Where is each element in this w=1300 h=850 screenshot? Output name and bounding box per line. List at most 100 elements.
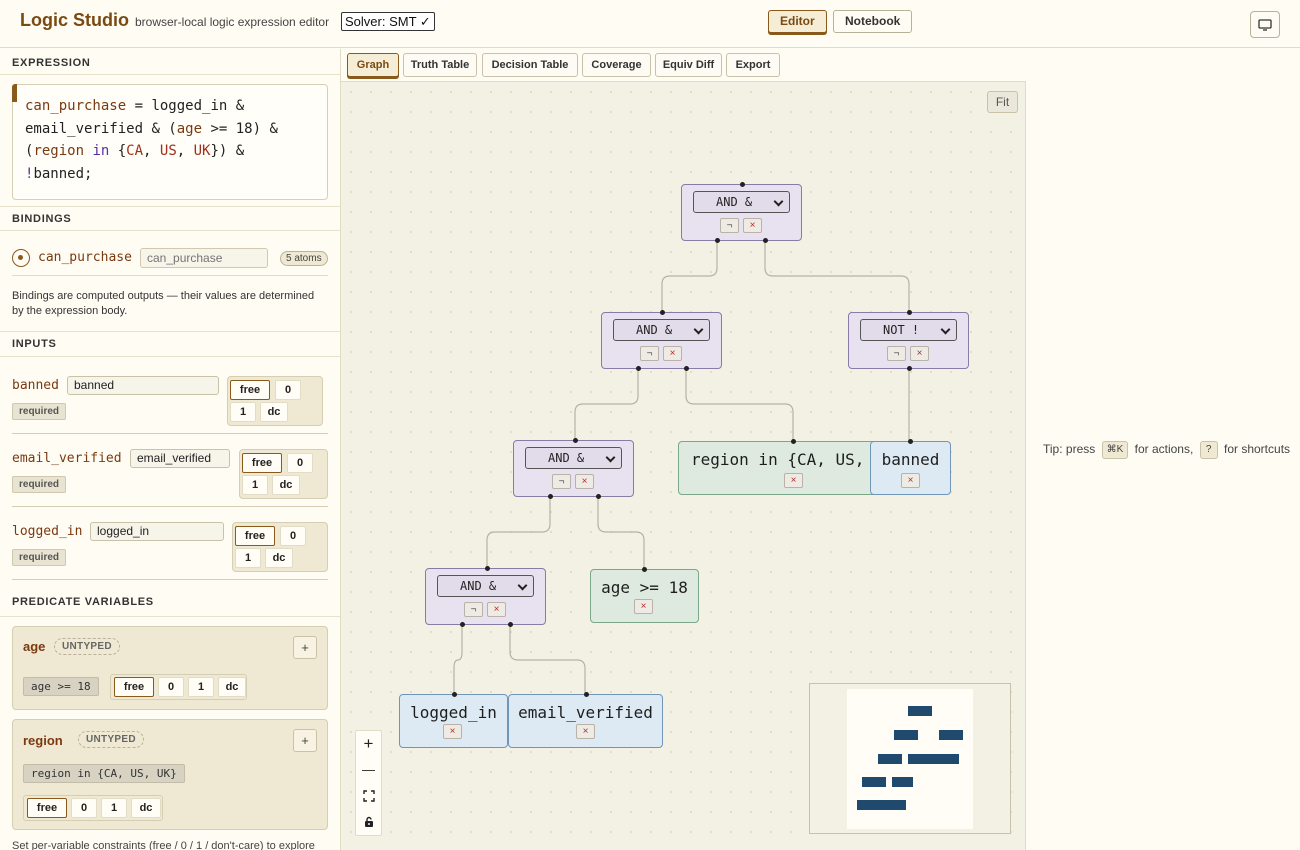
output-port-right[interactable] <box>508 622 513 627</box>
delete-node-button[interactable]: × <box>443 724 462 739</box>
node-not[interactable]: NOT ! ¬ × <box>848 310 969 371</box>
add-predicate-button[interactable]: + <box>293 636 317 659</box>
negate-button[interactable]: ¬ <box>720 218 739 233</box>
constraint-dc[interactable]: dc <box>260 402 288 422</box>
input-port[interactable] <box>791 439 796 444</box>
delete-node-button[interactable]: × <box>910 346 929 361</box>
constraint-one[interactable]: 1 <box>188 677 214 697</box>
operator-select[interactable]: AND & <box>613 319 710 341</box>
minimap-viewport[interactable] <box>847 689 973 829</box>
fit-view-button[interactable] <box>356 783 381 809</box>
delete-node-button[interactable]: × <box>634 599 653 614</box>
negate-button[interactable]: ¬ <box>552 474 571 489</box>
input-port[interactable] <box>908 439 913 444</box>
constraint-dc[interactable]: dc <box>218 677 246 697</box>
output-port-right[interactable] <box>684 366 689 371</box>
constraint-free[interactable]: free <box>27 798 67 818</box>
constraint-one[interactable]: 1 <box>230 402 256 422</box>
tab-equiv-diff[interactable]: Equiv Diff <box>655 53 722 77</box>
output-port-left[interactable] <box>460 622 465 627</box>
constraint-zero[interactable]: 0 <box>158 677 184 697</box>
node-and-4[interactable]: AND & ¬ × <box>425 566 546 627</box>
graph-canvas[interactable]: Fit AND & ¬ × AND & ¬ × NOT ! ¬ × AND & … <box>341 82 1026 850</box>
input-port[interactable] <box>485 566 490 571</box>
output-port-left[interactable] <box>548 494 553 499</box>
type-badge: UNTYPED <box>54 638 120 655</box>
constraint-free[interactable]: free <box>235 526 275 546</box>
lock-button[interactable] <box>356 809 381 835</box>
input-alias-field[interactable]: email_verified <box>130 449 230 468</box>
delete-node-button[interactable]: × <box>487 602 506 617</box>
node-predicate-age[interactable]: age >= 18 × <box>590 567 699 623</box>
output-port[interactable] <box>907 366 912 371</box>
operator-select[interactable]: AND & <box>437 575 534 597</box>
input-port[interactable] <box>740 182 745 187</box>
node-var-banned[interactable]: banned × <box>870 439 951 495</box>
delete-node-button[interactable]: × <box>743 218 762 233</box>
divider <box>0 331 340 332</box>
minimap[interactable] <box>809 683 1011 834</box>
tab-truth-table[interactable]: Truth Table <box>403 53 477 77</box>
tab-export[interactable]: Export <box>726 53 780 77</box>
shortcut-tip: Tip: press ⌘K for actions, ? for shortcu… <box>1043 441 1290 459</box>
zoom-in-button[interactable]: + <box>356 731 381 757</box>
delete-node-button[interactable]: × <box>576 724 595 739</box>
predicate-expression: region in {CA, US, UK} <box>23 764 185 783</box>
negate-button[interactable]: ¬ <box>464 602 483 617</box>
constraint-dc[interactable]: dc <box>131 798 161 818</box>
divider <box>0 74 340 75</box>
nav-notebook-button[interactable]: Notebook <box>833 10 913 33</box>
constraint-zero[interactable]: 0 <box>275 380 301 400</box>
input-alias-field[interactable]: banned <box>67 376 219 395</box>
node-and-2[interactable]: AND & ¬ × <box>601 310 722 371</box>
constraint-zero[interactable]: 0 <box>287 453 313 473</box>
negate-button[interactable]: ¬ <box>640 346 659 361</box>
operator-select[interactable]: NOT ! <box>860 319 957 341</box>
constraint-zero[interactable]: 0 <box>280 526 306 546</box>
tab-graph[interactable]: Graph <box>347 53 399 77</box>
display-mode-button[interactable] <box>1250 11 1280 38</box>
input-port[interactable] <box>573 438 578 443</box>
node-var-email-verified[interactable]: email_verified × <box>508 692 663 748</box>
binding-name-input[interactable] <box>140 248 268 268</box>
output-port-right[interactable] <box>596 494 601 499</box>
node-and-root[interactable]: AND & ¬ × <box>681 182 802 243</box>
constraint-dc[interactable]: dc <box>272 475 300 495</box>
input-port[interactable] <box>907 310 912 315</box>
input-port[interactable] <box>452 692 457 697</box>
tab-coverage[interactable]: Coverage <box>582 53 651 77</box>
output-port-right[interactable] <box>763 238 768 243</box>
expression-editor[interactable]: can_purchase = logged_in & email_verified… <box>12 84 328 200</box>
input-port[interactable] <box>584 692 589 697</box>
delete-node-button[interactable]: × <box>663 346 682 361</box>
constraint-zero[interactable]: 0 <box>71 798 97 818</box>
node-and-3[interactable]: AND & ¬ × <box>513 438 634 499</box>
input-card-logged-in: logged_in logged_in required free 0 1 dc <box>12 522 328 580</box>
operator-select[interactable]: AND & <box>525 447 622 469</box>
constraint-dc[interactable]: dc <box>265 548 293 568</box>
solver-select[interactable]: Solver: SMT ✓ <box>341 12 435 31</box>
output-port-left[interactable] <box>636 366 641 371</box>
input-alias-field[interactable]: logged_in <box>90 522 224 541</box>
negate-button[interactable]: ¬ <box>887 346 906 361</box>
zoom-out-button[interactable]: — <box>356 757 381 783</box>
add-predicate-button[interactable]: + <box>293 729 317 752</box>
constraint-free[interactable]: free <box>242 453 282 473</box>
constraint-one[interactable]: 1 <box>235 548 261 568</box>
constraint-free[interactable]: free <box>114 677 154 697</box>
binding-radio[interactable] <box>12 249 30 267</box>
delete-node-button[interactable]: × <box>901 473 920 488</box>
operator-select[interactable]: AND & <box>693 191 790 213</box>
node-var-logged-in[interactable]: logged_in × <box>399 692 508 748</box>
constraint-free[interactable]: free <box>230 380 270 400</box>
nav-editor-button[interactable]: Editor <box>768 10 827 33</box>
expr-line-1: can_purchase = logged_in & <box>25 98 245 114</box>
input-port[interactable] <box>642 567 647 572</box>
tab-decision-table[interactable]: Decision Table <box>482 53 578 77</box>
constraint-one[interactable]: 1 <box>242 475 268 495</box>
delete-node-button[interactable]: × <box>575 474 594 489</box>
delete-node-button[interactable]: × <box>784 473 803 488</box>
input-port[interactable] <box>660 310 665 315</box>
constraint-one[interactable]: 1 <box>101 798 127 818</box>
output-port-left[interactable] <box>715 238 720 243</box>
